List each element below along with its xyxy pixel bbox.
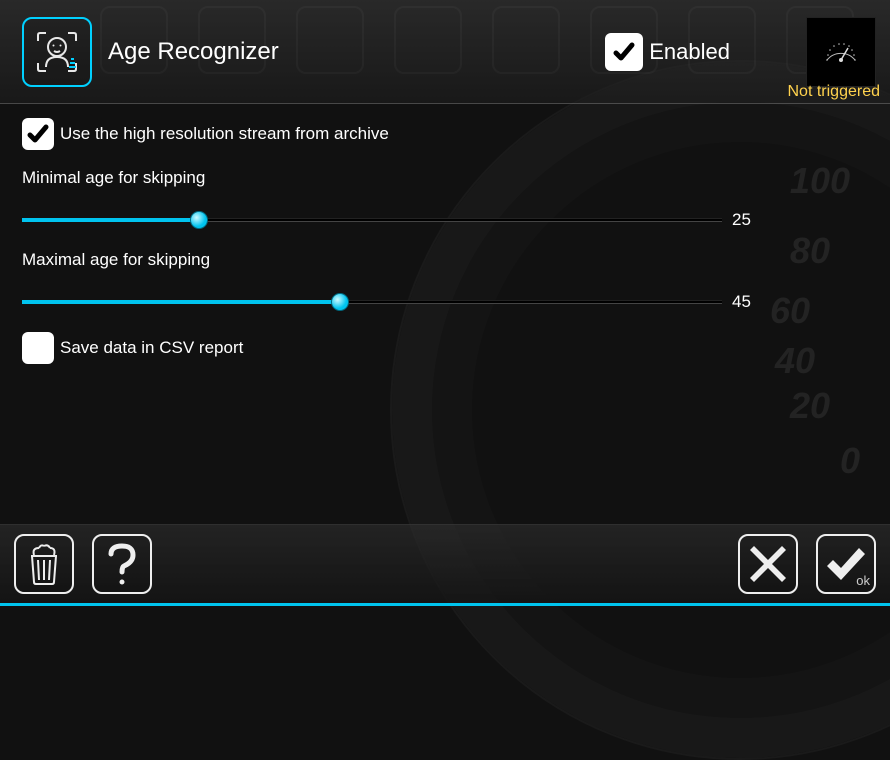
- min-age-thumb[interactable]: [190, 211, 208, 229]
- module-icon-box: [22, 17, 92, 87]
- csv-label: Save data in CSV report: [60, 338, 243, 358]
- ok-button[interactable]: ok: [816, 534, 876, 594]
- csv-checkbox[interactable]: [22, 332, 54, 364]
- close-icon: [748, 544, 788, 584]
- check-icon: [26, 122, 50, 146]
- min-age-value: 25: [732, 210, 751, 230]
- trash-icon: [24, 542, 64, 586]
- hires-label: Use the high resolution stream from arch…: [60, 124, 389, 144]
- preview-thumbnail[interactable]: [806, 17, 876, 87]
- max-age-slider[interactable]: [22, 300, 722, 304]
- preview-dial-icon: [816, 27, 866, 77]
- min-age-block: Minimal age for skipping 25: [22, 168, 868, 230]
- max-age-value: 45: [732, 292, 751, 312]
- preview-wrap: [806, 17, 876, 87]
- enabled-label: Enabled: [649, 39, 730, 65]
- settings-content: Use the high resolution stream from arch…: [0, 104, 890, 364]
- check-icon: [612, 40, 636, 64]
- hires-checkbox[interactable]: [22, 118, 54, 150]
- csv-option[interactable]: Save data in CSV report: [22, 332, 868, 364]
- delete-button[interactable]: [14, 534, 74, 594]
- max-age-block: Maximal age for skipping 45: [22, 250, 868, 312]
- status-text: Not triggered: [788, 83, 881, 101]
- max-age-thumb[interactable]: [331, 293, 349, 311]
- hires-option[interactable]: Use the high resolution stream from arch…: [22, 118, 868, 150]
- enabled-checkbox[interactable]: [605, 33, 643, 71]
- cancel-button[interactable]: [738, 534, 798, 594]
- help-button[interactable]: [92, 534, 152, 594]
- help-icon: [105, 542, 139, 586]
- max-age-label: Maximal age for skipping: [22, 250, 868, 270]
- min-age-label: Minimal age for skipping: [22, 168, 868, 188]
- footer-toolbar: ok: [0, 524, 890, 606]
- module-header: Age Recognizer Enabled: [0, 0, 890, 104]
- min-age-slider[interactable]: [22, 218, 722, 222]
- page-title: Age Recognizer: [108, 38, 589, 66]
- enabled-toggle[interactable]: Enabled: [605, 33, 730, 71]
- face-scan-icon: [32, 27, 82, 77]
- ok-sub-label: ok: [856, 573, 870, 588]
